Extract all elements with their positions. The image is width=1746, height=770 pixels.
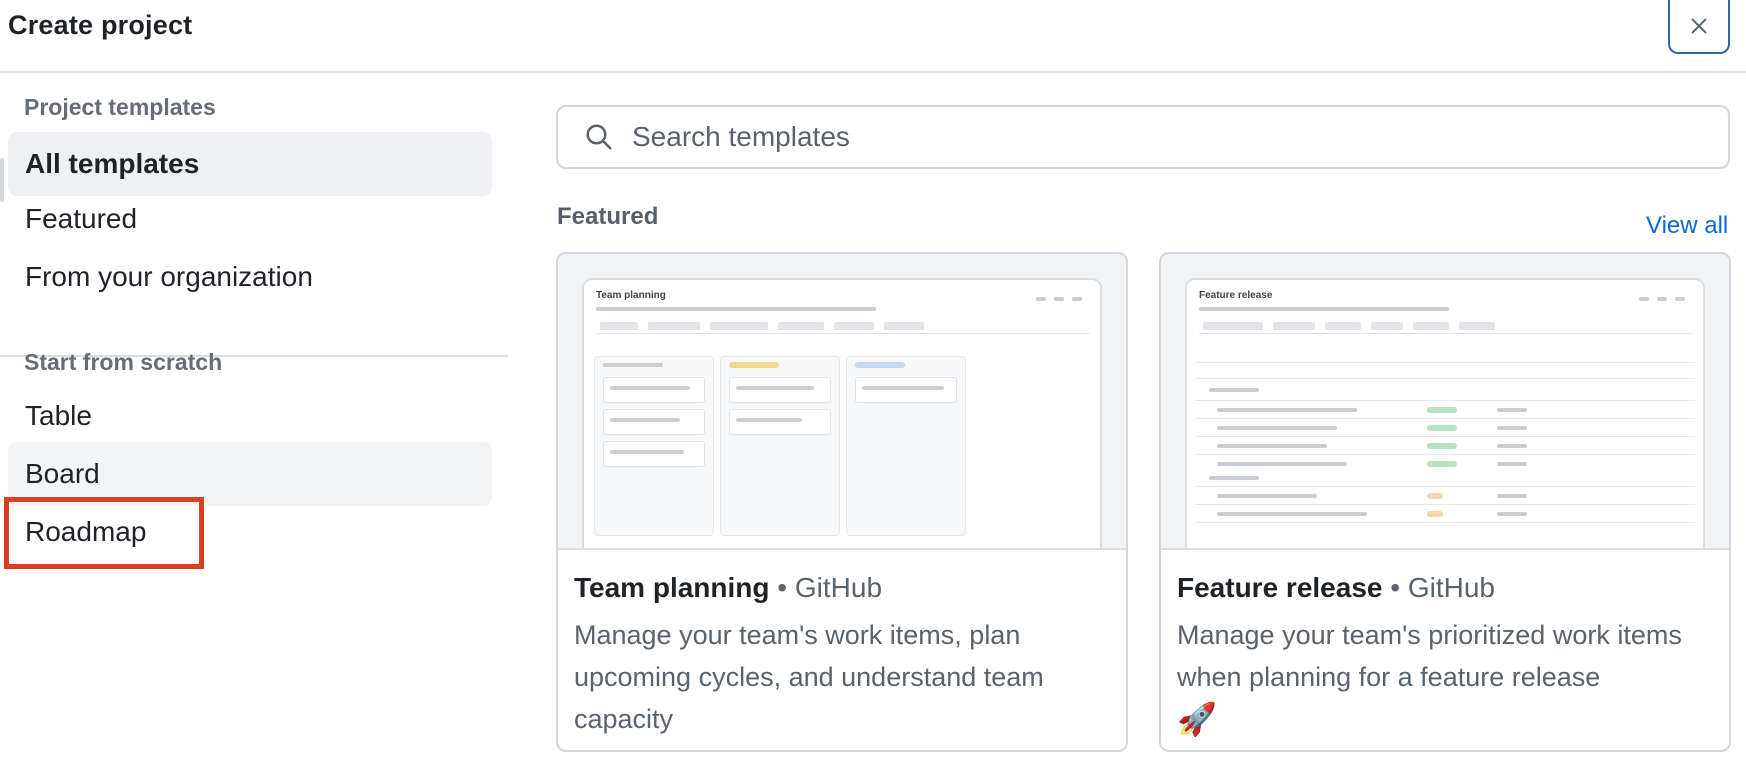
template-preview-image: Team planning [558, 254, 1126, 550]
separator-dot: • [1390, 572, 1401, 603]
board-highlight-annotation [4, 497, 204, 569]
preview-toolbar-icons [1036, 294, 1086, 304]
sidebar-item-featured[interactable]: Featured [8, 187, 492, 251]
template-name: Team planning [574, 572, 770, 603]
featured-section-label: Featured [557, 203, 659, 230]
sidebar-item-from-your-organization[interactable]: From your organization [8, 245, 492, 309]
sidebar-item-label: From your organization [25, 261, 313, 292]
preview-title: Feature release [1199, 290, 1273, 301]
preview-subtitle [1199, 304, 1449, 313]
template-name: Feature release [1177, 572, 1383, 603]
search-icon [586, 124, 612, 150]
active-indicator [0, 158, 4, 202]
preview-subtitle [596, 304, 876, 313]
project-templates-heading: Project templates [24, 94, 216, 120]
template-card-title: Team planning • GitHub [574, 572, 882, 604]
template-owner: GitHub [794, 572, 883, 603]
dialog-title: Create project [8, 10, 193, 40]
template-owner: GitHub [1407, 572, 1495, 603]
preview-tabs [1199, 320, 1693, 334]
rocket-icon: 🚀 [1177, 701, 1217, 737]
separator-dot: • [777, 572, 788, 603]
template-preview-image: Feature release [1161, 254, 1729, 550]
sidebar-item-label: All templates [25, 148, 200, 179]
template-description: Manage your team's work items, plan upco… [574, 620, 1044, 734]
close-icon [1691, 18, 1707, 34]
preview-title: Team planning [596, 290, 666, 301]
sidebar-item-table[interactable]: Table [8, 384, 492, 448]
preview-tabs [596, 320, 1090, 334]
template-card-feature-release[interactable]: Feature release Feature release • GitHub… [1159, 252, 1731, 752]
sidebar-item-label: Table [25, 400, 92, 431]
close-button[interactable] [1668, 0, 1730, 54]
preview-column [846, 356, 966, 536]
preview-column [720, 356, 840, 536]
view-all-link[interactable]: View all [1646, 212, 1728, 240]
dialog-header: Create project [0, 0, 1746, 73]
template-description-text: Manage your team's prioritized work item… [1177, 620, 1682, 692]
search-input[interactable] [632, 121, 1692, 153]
preview-column [594, 356, 714, 536]
template-card-team-planning[interactable]: Team planning Team planning • GitHub Man… [556, 252, 1128, 752]
sidebar-item-label: Board [25, 458, 100, 489]
template-description: Manage your team's prioritized work item… [1177, 614, 1707, 742]
start-from-scratch-heading: Start from scratch [24, 349, 223, 375]
sidebar: Project templates All templates Featured… [0, 73, 510, 770]
preview-toolbar-icons [1639, 294, 1689, 304]
sidebar-item-label: Featured [25, 203, 138, 234]
template-card-title: Feature release • GitHub [1177, 572, 1495, 604]
search-field[interactable] [556, 105, 1730, 169]
